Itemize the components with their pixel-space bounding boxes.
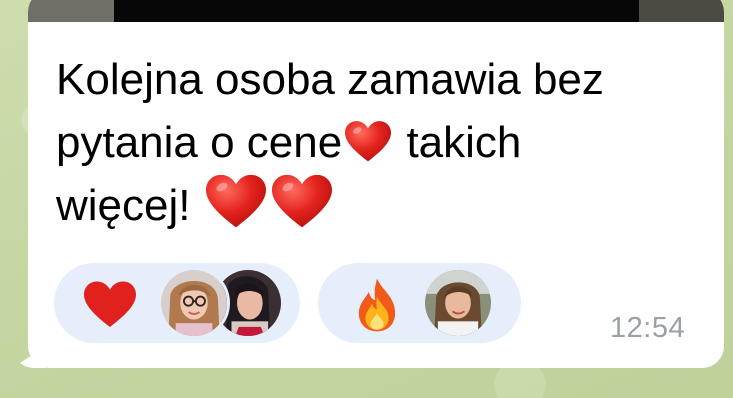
red-heart-icon (271, 174, 332, 230)
red-heart-icon (345, 121, 392, 163)
media-preview-left (28, 0, 114, 22)
reactor-avatar-3[interactable] (422, 267, 494, 339)
red-heart-icon (84, 281, 136, 329)
message-line-3: więcej! (56, 181, 203, 230)
message-line-2-a: pytania o cene (56, 118, 343, 167)
message-line-2-b: takich (394, 118, 522, 167)
media-preview[interactable] (28, 0, 724, 22)
fire-icon (352, 277, 402, 333)
reaction-fire[interactable] (318, 263, 521, 343)
reaction-heart[interactable] (54, 263, 300, 343)
message-text: Kolejna osoba zamawia bez pytania o cene… (56, 48, 706, 237)
red-heart-icon (205, 174, 266, 230)
message-time: 12:54 (610, 312, 686, 344)
media-preview-right (639, 0, 724, 22)
message-line-1: Kolejna osoba zamawia bez (56, 55, 604, 104)
reactor-avatar-1[interactable] (158, 267, 230, 339)
media-preview-video[interactable] (114, 0, 639, 22)
